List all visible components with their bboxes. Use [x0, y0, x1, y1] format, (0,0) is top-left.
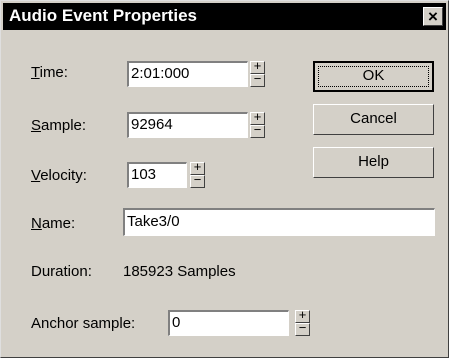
anchor-sample-label: Anchor sample: — [31, 315, 136, 332]
minus-icon: − — [298, 320, 307, 335]
time-label: Time: — [31, 64, 68, 81]
focus-rect — [318, 66, 429, 87]
anchor-spin-down-button[interactable]: − — [295, 320, 310, 336]
sample-label: Sample: — [31, 117, 87, 134]
anchor-sample-spinner[interactable]: + − — [295, 307, 310, 336]
minus-icon: − — [253, 122, 262, 137]
help-button-label: Help — [358, 153, 389, 170]
name-label: Name: — [31, 215, 76, 232]
sample-spinner[interactable]: + − — [250, 109, 265, 138]
velocity-label: Velocity: — [31, 167, 87, 184]
ok-button[interactable]: OK — [313, 61, 434, 92]
name-field[interactable]: Take3/0 — [123, 208, 435, 236]
time-spinner[interactable]: + − — [250, 58, 265, 87]
time-field[interactable]: 2:01:000 — [127, 61, 248, 87]
velocity-field[interactable]: 103 — [127, 162, 187, 188]
close-button[interactable]: × — [423, 7, 443, 26]
audio-event-properties-dialog: Audio Event Properties × Time: 2:01:000 … — [0, 0, 449, 358]
duration-value: 185923 Samples — [123, 263, 236, 280]
title-bar[interactable]: Audio Event Properties × — [3, 3, 446, 30]
help-button[interactable]: Help — [313, 147, 434, 178]
anchor-sample-field[interactable]: 0 — [168, 310, 289, 336]
velocity-spinner[interactable]: + − — [190, 159, 205, 188]
close-icon: × — [428, 7, 438, 26]
velocity-spin-down-button[interactable]: − — [190, 172, 205, 188]
cancel-button-label: Cancel — [350, 110, 397, 127]
sample-spin-down-button[interactable]: − — [250, 122, 265, 138]
minus-icon: − — [193, 172, 202, 187]
cancel-button[interactable]: Cancel — [313, 104, 434, 135]
duration-label: Duration: — [31, 263, 92, 280]
time-spin-down-button[interactable]: − — [250, 71, 265, 87]
sample-field[interactable]: 92964 — [127, 112, 248, 138]
minus-icon: − — [253, 71, 262, 86]
window-title: Audio Event Properties — [9, 6, 197, 25]
